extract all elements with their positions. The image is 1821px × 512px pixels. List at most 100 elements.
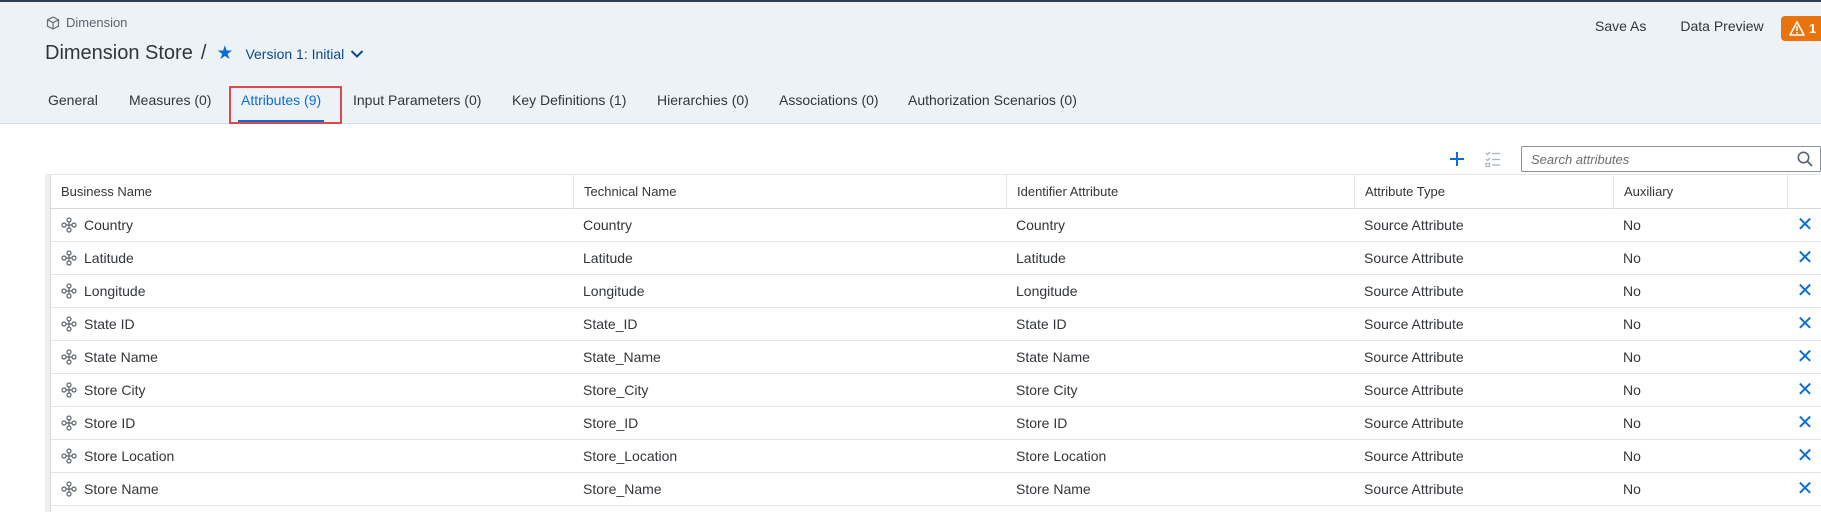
table-row[interactable]: Longitude Longitude Longitude Source Attrib… — [51, 275, 1821, 308]
cell-technical-name: State_ID — [583, 316, 638, 332]
cell-identifier-attribute: State Name — [1016, 349, 1090, 365]
star-icon[interactable]: ★ — [216, 44, 233, 63]
tab-input-parameters[interactable]: Input Parameters (0) — [353, 92, 481, 108]
tab-hierarchies[interactable]: Hierarchies (0) — [657, 92, 749, 108]
cell-identifier-attribute: Store City — [1016, 382, 1078, 398]
table-row[interactable]: Latitude Latitude Latitude Source Attribute… — [51, 242, 1821, 275]
table-row[interactable]: Store ID Store_ID Store ID Source Attribute… — [51, 407, 1821, 440]
cell-business-name: Store City — [84, 382, 146, 398]
cell-attribute-type: Source Attribute — [1364, 382, 1464, 398]
cell-attribute-type: Source Attribute — [1364, 481, 1464, 497]
cube-icon — [46, 15, 60, 30]
add-icon[interactable] — [1443, 147, 1471, 171]
delete-row-icon[interactable]: ✕ — [1796, 281, 1814, 301]
cell-auxiliary: No — [1623, 316, 1641, 332]
cell-attribute-type: Source Attribute — [1364, 316, 1464, 332]
search-input[interactable]: Search attributes — [1521, 146, 1821, 172]
cell-attribute-type: Source Attribute — [1364, 283, 1464, 299]
page-title: Dimension Store — [45, 42, 193, 64]
table-row[interactable]: State ID State_ID State ID Source Attribute… — [51, 308, 1821, 341]
title-row: Dimension Store / ★ Version 1: Initial — [45, 42, 364, 65]
warning-count: 1 — [1809, 21, 1817, 36]
table-row[interactable]: Store Name Store_Name Store Name Source Att… — [51, 473, 1821, 506]
cell-identifier-attribute: Store Location — [1016, 448, 1107, 464]
attribute-icon — [61, 382, 77, 398]
column-header-identifier-attribute[interactable]: Identifier Attribute — [1006, 175, 1354, 209]
attribute-icon — [61, 415, 77, 431]
cell-auxiliary: No — [1623, 217, 1641, 233]
cell-attribute-type: Source Attribute — [1364, 250, 1464, 266]
delete-row-icon[interactable]: ✕ — [1796, 248, 1814, 268]
attribute-icon — [61, 217, 77, 233]
tab-associations[interactable]: Associations (0) — [779, 92, 879, 108]
title-separator: / — [200, 42, 207, 64]
cell-auxiliary: No — [1623, 283, 1641, 299]
tab-highlight-box — [229, 86, 342, 124]
tab-general[interactable]: General — [48, 92, 98, 108]
attribute-icon — [61, 481, 77, 497]
table-row[interactable]: Store City Store_City Store City Source Att… — [51, 374, 1821, 407]
tab-key-definitions[interactable]: Key Definitions (1) — [512, 92, 626, 108]
cell-business-name: Latitude — [84, 250, 134, 266]
attribute-icon — [61, 448, 77, 464]
version-label: Version 1: Initial — [245, 45, 345, 62]
attribute-icon — [61, 349, 77, 365]
cell-business-name: State Name — [84, 349, 158, 365]
cell-auxiliary: No — [1623, 349, 1641, 365]
cell-technical-name: State_Name — [583, 349, 661, 365]
search-icon[interactable] — [1796, 150, 1814, 168]
delete-row-icon[interactable]: ✕ — [1796, 314, 1814, 334]
data-preview-button[interactable]: Data Preview — [1680, 18, 1763, 34]
cell-attribute-type: Source Attribute — [1364, 415, 1464, 431]
cell-business-name: Longitude — [84, 283, 146, 299]
attribute-icon — [61, 316, 77, 332]
delete-row-icon[interactable]: ✕ — [1796, 347, 1814, 367]
warning-icon — [1789, 21, 1805, 36]
cell-technical-name: Store_Location — [583, 448, 678, 464]
cell-identifier-attribute: Store ID — [1016, 415, 1068, 431]
attribute-icon — [61, 283, 77, 299]
cell-business-name: Store Name — [84, 481, 159, 497]
table-header: Business Name Technical Name Identifier … — [51, 174, 1821, 209]
cell-identifier-attribute: State ID — [1016, 316, 1067, 332]
cell-attribute-type: Source Attribute — [1364, 217, 1464, 233]
cell-identifier-attribute: Country — [1016, 217, 1066, 233]
tab-authorization-scenarios[interactable]: Authorization Scenarios (0) — [908, 92, 1077, 108]
object-type-breadcrumb: Dimension — [46, 15, 127, 30]
cell-identifier-attribute: Store Name — [1016, 481, 1091, 497]
tab-measures[interactable]: Measures (0) — [129, 92, 211, 108]
cell-technical-name: Latitude — [583, 250, 633, 266]
column-header-auxiliary[interactable]: Auxiliary — [1613, 175, 1787, 209]
delete-row-icon[interactable]: ✕ — [1796, 446, 1814, 466]
cell-technical-name: Store_Name — [583, 481, 662, 497]
cell-technical-name: Store_City — [583, 382, 649, 398]
cell-technical-name: Store_ID — [583, 415, 639, 431]
delete-row-icon[interactable]: ✕ — [1796, 413, 1814, 433]
delete-row-icon[interactable]: ✕ — [1796, 380, 1814, 400]
warning-button[interactable]: 1 — [1781, 16, 1821, 41]
delete-row-icon[interactable]: ✕ — [1796, 215, 1814, 235]
cell-technical-name: Longitude — [583, 283, 645, 299]
cell-auxiliary: No — [1623, 481, 1641, 497]
cell-business-name: State ID — [84, 316, 135, 332]
column-header-attribute-type[interactable]: Attribute Type — [1354, 175, 1613, 209]
cell-business-name: Store Location — [84, 448, 175, 464]
multi-select-icon[interactable] — [1479, 147, 1507, 171]
column-header-business-name[interactable]: Business Name — [51, 175, 573, 209]
search-placeholder: Search attributes — [1531, 151, 1630, 167]
table-toolbar — [1443, 147, 1507, 171]
save-as-button[interactable]: Save As — [1595, 18, 1646, 34]
cell-business-name: Store ID — [84, 415, 136, 431]
column-header-technical-name[interactable]: Technical Name — [573, 175, 1006, 209]
delete-row-icon[interactable]: ✕ — [1796, 479, 1814, 499]
cell-auxiliary: No — [1623, 250, 1641, 266]
object-type-label: Dimension — [66, 15, 128, 30]
table-row[interactable]: State Name State_Name State Name Source Att… — [51, 341, 1821, 374]
table-row[interactable]: Store Location Store_Location Store Locati… — [51, 440, 1821, 473]
header-actions: Save As Data Preview — [1595, 18, 1798, 34]
version-selector[interactable]: Version 1: Initial — [245, 46, 364, 62]
table-row[interactable]: Country Country Country Source Attribute No ✕ — [51, 209, 1821, 242]
column-header-actions — [1787, 175, 1821, 209]
attribute-icon — [61, 250, 77, 266]
attributes-table: Business Name Technical Name Identifier … — [45, 174, 1821, 512]
